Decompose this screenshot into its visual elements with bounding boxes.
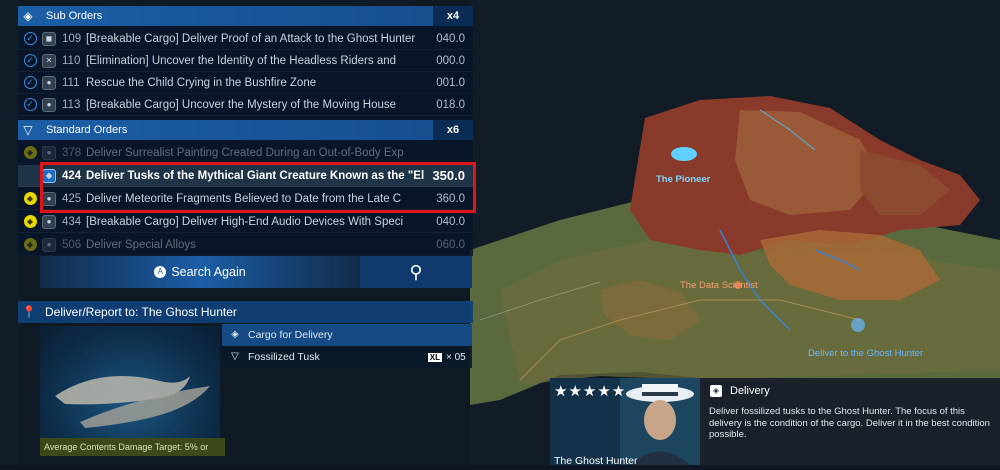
fossilized-tusk-icon — [55, 376, 210, 428]
deliver-to-bar: 📍 Deliver/Report to: The Ghost Hunter — [18, 301, 473, 323]
cargo-category-icon: ● — [42, 237, 56, 252]
cargo-category-icon: ● — [42, 97, 56, 112]
cargo-for-delivery-row[interactable]: ◈ Cargo for Delivery — [222, 324, 472, 346]
cargo-preview-image — [40, 326, 220, 454]
cargo-icon: ◈ — [231, 329, 239, 340]
client-card[interactable]: ★★★★★ The Ghost Hunter — [550, 378, 700, 467]
delivery-icon: ◈ — [710, 385, 722, 397]
check-icon: ✓ — [23, 98, 37, 111]
damage-target-label: Average Contents Damage Target: 5% or — [40, 438, 225, 456]
check-icon: ✓ — [23, 54, 37, 67]
elimination-icon: ✕ — [42, 53, 56, 68]
ghost-hunter-avatar — [620, 378, 700, 465]
standard-orders-header[interactable]: ▽ Standard Orders x6 — [18, 120, 473, 140]
new-order-icon: ◆ — [23, 146, 37, 159]
order-list-panel: ◈ Sub Orders x4 ✓ ◼ 109 [Breakable Cargo… — [18, 6, 473, 256]
triangle-down-icon: ▽ — [23, 123, 33, 137]
standard-orders-count: x6 — [433, 120, 473, 140]
check-icon: ✓ — [23, 76, 37, 89]
sub-orders-header[interactable]: ◈ Sub Orders x4 — [18, 6, 473, 26]
client-name: The Ghost Hunter — [554, 455, 638, 467]
selection-highlight-box — [40, 162, 476, 213]
cargo-category-icon: ● — [42, 214, 56, 229]
new-order-icon: ◆ — [23, 192, 37, 205]
new-order-icon: ◆ — [23, 215, 37, 228]
cargo-category-icon: ◼ — [42, 31, 56, 46]
rescue-icon: ● — [42, 75, 56, 90]
delivery-title: Delivery — [730, 385, 770, 397]
order-row-110[interactable]: ✓ ✕ 110 [Elimination] Uncover the Identi… — [18, 50, 473, 72]
new-order-icon: ◆ — [23, 238, 37, 251]
search-bar: A Search Again ⚲ — [40, 256, 472, 288]
map-label-deliver-to-ghost-hunter[interactable]: Deliver to the Ghost Hunter — [808, 348, 923, 359]
cargo-category-icon: ● — [42, 145, 56, 160]
order-row-113[interactable]: ✓ ● 113 [Breakable Cargo] Uncover the My… — [18, 94, 473, 116]
order-row-378[interactable]: ◆ ● 378 Deliver Surrealist Painting Crea… — [18, 142, 473, 164]
order-row-506[interactable]: ◆ ● 506 Deliver Special Alloys 060.0 — [18, 234, 473, 256]
delivery-info-panel: ◈ Delivery Deliver fossilized tusks to t… — [700, 378, 1000, 465]
search-again-button[interactable]: A Search Again — [40, 256, 360, 288]
size-badge: XL — [427, 352, 442, 362]
delivery-description: Deliver fossilized tusks to the Ghost Hu… — [709, 406, 990, 440]
a-button-icon: A — [154, 266, 167, 278]
client-rating: ★★★★★ — [554, 383, 627, 400]
sub-orders-icon: ◈ — [23, 9, 33, 23]
map-label-data-scientist[interactable]: The Data Scientist — [680, 280, 758, 291]
order-row-111[interactable]: ✓ ● 111 Rescue the Child Crying in the B… — [18, 72, 473, 94]
sub-orders-count: x4 — [433, 6, 473, 26]
search-icon[interactable]: ⚲ — [360, 256, 472, 288]
cargo-item-row[interactable]: ▽ Fossilized Tusk XL × 05 — [222, 346, 472, 368]
triangle-down-icon: ▽ — [231, 351, 239, 362]
location-pin-icon: 📍 — [21, 305, 37, 319]
check-icon: ✓ — [23, 32, 37, 45]
map-label-pioneer[interactable]: The Pioneer — [656, 174, 710, 185]
order-row-109[interactable]: ✓ ◼ 109 [Breakable Cargo] Deliver Proof … — [18, 28, 473, 50]
client-portrait — [620, 378, 700, 465]
order-row-434[interactable]: ◆ ● 434 [Breakable Cargo] Deliver High-E… — [18, 211, 473, 233]
